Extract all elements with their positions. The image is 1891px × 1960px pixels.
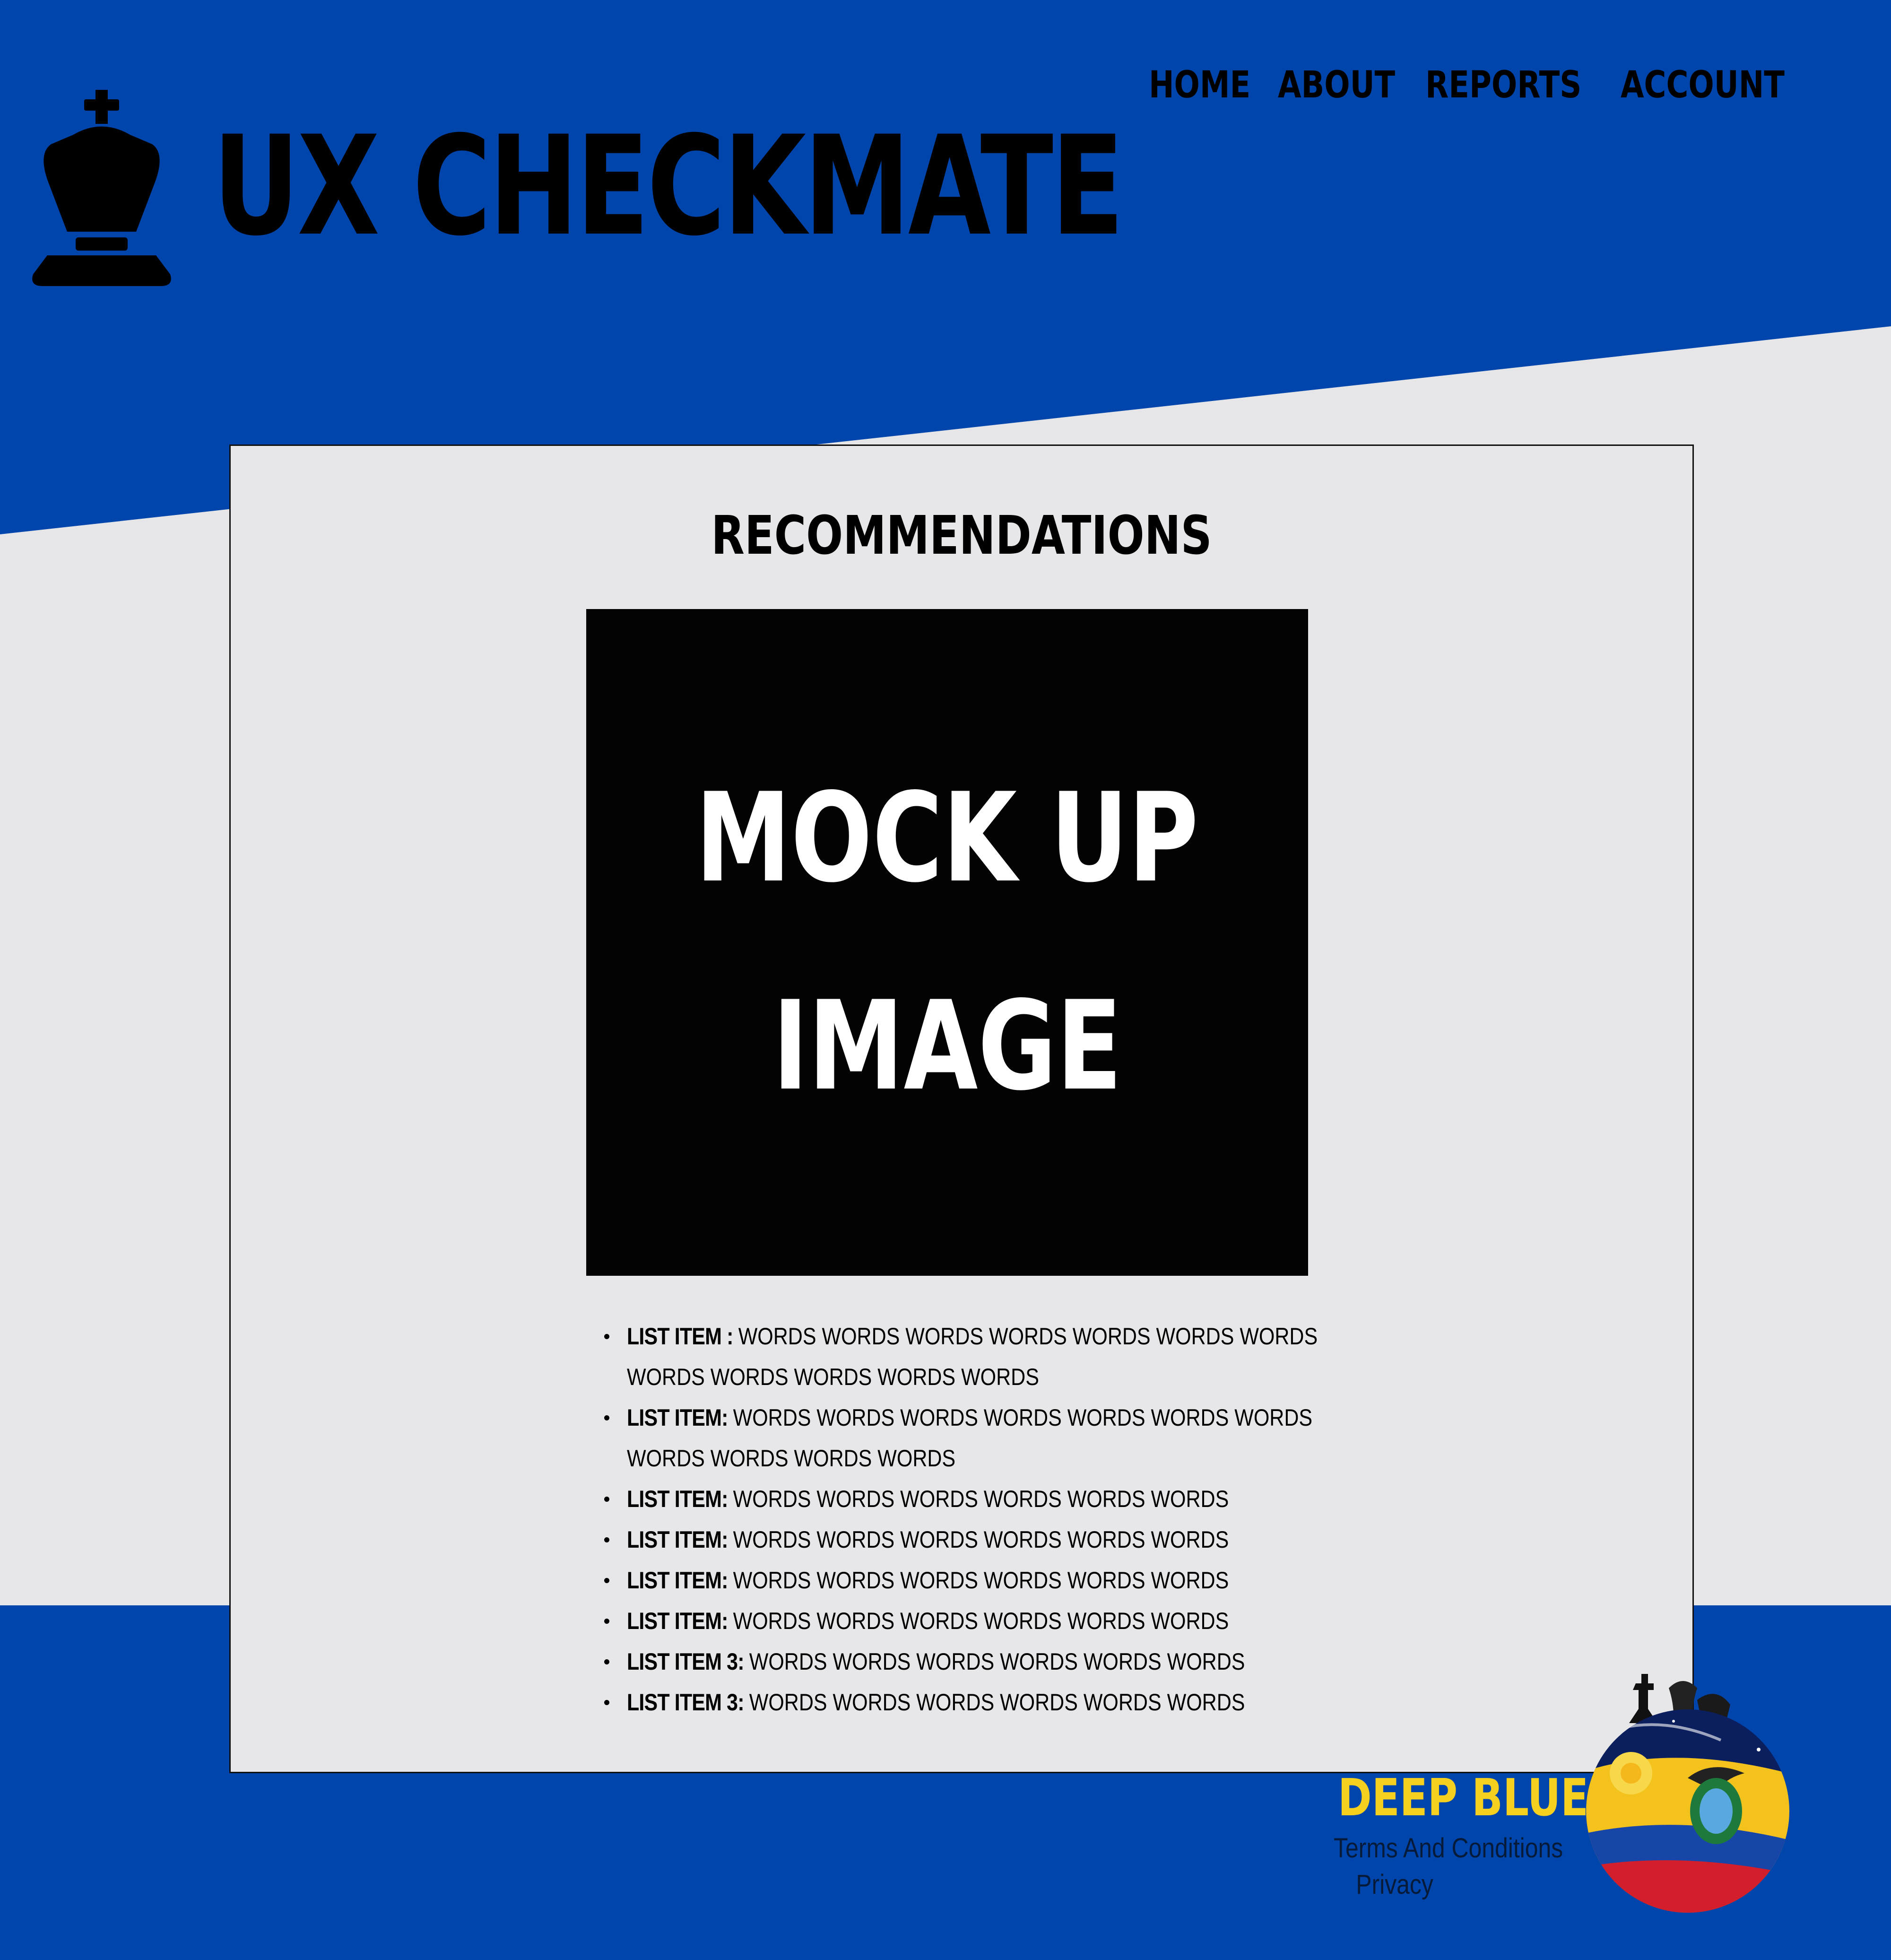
list-item-text: WORDS WORDS WORDS WORDS WORDS WORDS bbox=[749, 1648, 1245, 1675]
site-logo[interactable]: UX CHECKMATE bbox=[28, 85, 1379, 288]
site-title: UX CHECKMATE bbox=[213, 107, 1124, 266]
list-item: LIST ITEM: WORDS WORDS WORDS WORDS WORDS… bbox=[599, 1601, 1356, 1641]
list-item-label: LIST ITEM: bbox=[627, 1526, 733, 1553]
list-item: LIST ITEM: WORDS WORDS WORDS WORDS WORDS… bbox=[599, 1397, 1356, 1479]
deep-blue-emblem-icon bbox=[1586, 1674, 1789, 1913]
list-item-text: WORDS WORDS WORDS WORDS WORDS WORDS bbox=[733, 1526, 1229, 1553]
nav-home[interactable]: HOME bbox=[1149, 64, 1250, 106]
main-nav: HOME ABOUT REPORTS ACCOUNT bbox=[1149, 64, 1802, 106]
mockup-label-line-2: IMAGE bbox=[772, 975, 1122, 1118]
list-item-text: WORDS WORDS WORDS WORDS WORDS WORDS bbox=[749, 1689, 1245, 1716]
list-item: LIST ITEM: WORDS WORDS WORDS WORDS WORDS… bbox=[599, 1560, 1356, 1601]
mockup-image-placeholder: MOCK UP IMAGE bbox=[586, 609, 1308, 1276]
list-item-label: LIST ITEM: bbox=[627, 1608, 733, 1634]
list-item: LIST ITEM : WORDS WORDS WORDS WORDS WORD… bbox=[599, 1316, 1356, 1397]
footer-brand-name: DEEP BLUE bbox=[1338, 1768, 1589, 1828]
mockup-label-line-1: MOCK UP bbox=[695, 767, 1199, 910]
list-item-label: LIST ITEM: bbox=[627, 1567, 733, 1594]
list-item-label: LIST ITEM: bbox=[627, 1486, 733, 1512]
list-item-label: LIST ITEM 3: bbox=[627, 1648, 749, 1675]
list-item-label: LIST ITEM : bbox=[627, 1323, 738, 1350]
list-item-text: WORDS WORDS WORDS WORDS WORDS WORDS bbox=[733, 1608, 1229, 1634]
chess-king-icon bbox=[32, 90, 171, 286]
list-item: LIST ITEM: WORDS WORDS WORDS WORDS WORDS… bbox=[599, 1479, 1356, 1519]
privacy-link[interactable]: Privacy bbox=[1334, 1869, 1456, 1900]
list-item-text: WORDS WORDS WORDS WORDS WORDS WORDS bbox=[733, 1486, 1229, 1512]
nav-about[interactable]: ABOUT bbox=[1278, 64, 1395, 106]
list-item-label: LIST ITEM: bbox=[627, 1404, 733, 1431]
list-item: LIST ITEM 3: WORDS WORDS WORDS WORDS WOR… bbox=[599, 1641, 1356, 1682]
recommendations-card: RECOMMENDATIONS MOCK UP IMAGE LIST ITEM … bbox=[229, 444, 1694, 1773]
recommendations-heading: RECOMMENDATIONS bbox=[711, 505, 1212, 566]
terms-link[interactable]: Terms And Conditions bbox=[1334, 1832, 1563, 1864]
list-item: LIST ITEM: WORDS WORDS WORDS WORDS WORDS… bbox=[599, 1519, 1356, 1560]
footer-brand: DEEP BLUE Terms And Conditions Privacy bbox=[1324, 1768, 1589, 1900]
recommendations-list: LIST ITEM : WORDS WORDS WORDS WORDS WORD… bbox=[599, 1316, 1356, 1723]
nav-reports[interactable]: REPORTS bbox=[1425, 64, 1581, 106]
list-item-text: WORDS WORDS WORDS WORDS WORDS WORDS bbox=[733, 1567, 1229, 1594]
list-item-label: LIST ITEM 3: bbox=[627, 1689, 749, 1716]
list-item: LIST ITEM 3: WORDS WORDS WORDS WORDS WOR… bbox=[599, 1682, 1356, 1723]
nav-account[interactable]: ACCOUNT bbox=[1621, 64, 1785, 106]
